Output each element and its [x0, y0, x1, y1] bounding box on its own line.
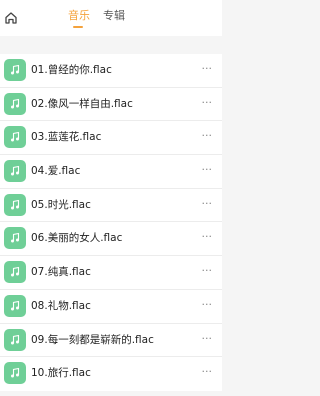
music-note-icon	[11, 64, 20, 75]
song-thumbnail	[4, 362, 26, 385]
song-title: 04.爱.flac	[31, 165, 81, 178]
more-options-button[interactable]: ···	[202, 96, 213, 109]
active-tab-indicator	[73, 26, 83, 28]
more-options-button[interactable]: ···	[202, 366, 213, 378]
song-title: 01.曾经的你.flac	[31, 64, 112, 76]
tab-album[interactable]: 专辑	[103, 9, 125, 23]
song-row[interactable]: 07.纯真.flac ···	[0, 256, 222, 290]
song-title: 02.像风一样自由.flac	[31, 97, 133, 110]
more-options-button[interactable]: ···	[202, 298, 213, 311]
tab-music[interactable]: 音乐	[68, 9, 90, 23]
song-thumbnail	[4, 328, 26, 351]
music-note-icon	[11, 233, 20, 243]
music-app: 音乐 专辑 01.曾经的你.flac ··· 02.像风一样自由.flac ··· 03…	[0, 0, 222, 396]
song-thumbnail	[4, 294, 26, 317]
song-title: 10.旅行.flac	[31, 367, 91, 380]
more-options-button[interactable]: ···	[202, 332, 213, 345]
more-options-button[interactable]: ···	[202, 130, 213, 142]
music-note-icon	[11, 132, 20, 142]
music-note-icon	[11, 300, 20, 311]
song-row[interactable]: 03.蓝莲花.flac ···	[0, 121, 222, 156]
more-options-button[interactable]: ···	[202, 63, 213, 75]
song-thumbnail	[4, 261, 26, 284]
song-row[interactable]: 05.时光.flac ···	[0, 189, 222, 223]
music-note-icon	[11, 98, 20, 109]
music-note-icon	[11, 165, 20, 176]
song-row[interactable]: 09.每一刻都是崭新的.flac ···	[0, 324, 222, 358]
song-title: 08.礼物.flac	[31, 299, 91, 312]
song-title: 05.时光.flac	[31, 198, 91, 211]
more-options-button[interactable]: ···	[202, 164, 213, 176]
song-thumbnail	[4, 193, 26, 216]
song-title: 07.纯真.flac	[31, 266, 91, 279]
song-row[interactable]: 08.礼物.flac ···	[0, 290, 222, 324]
more-options-button[interactable]: ···	[202, 197, 213, 210]
song-thumbnail	[4, 59, 26, 81]
song-thumbnail	[4, 126, 26, 149]
song-list: 01.曾经的你.flac ··· 02.像风一样自由.flac ··· 03.蓝莲花.f…	[0, 54, 222, 391]
music-note-icon	[11, 368, 20, 378]
song-thumbnail	[4, 92, 26, 115]
header-bar: 音乐 专辑	[0, 0, 222, 36]
song-title: 06.美丽的女人.flac	[31, 232, 123, 245]
song-thumbnail	[4, 160, 26, 183]
song-row[interactable]: 02.像风一样自由.flac ···	[0, 88, 222, 122]
more-options-button[interactable]: ···	[202, 265, 213, 277]
home-button[interactable]	[3, 10, 19, 26]
song-row[interactable]: 10.旅行.flac ···	[0, 357, 222, 391]
music-note-icon	[11, 266, 20, 277]
music-note-icon	[11, 199, 20, 210]
song-row[interactable]: 06.美丽的女人.flac ···	[0, 222, 222, 257]
music-note-icon	[11, 334, 20, 344]
song-row[interactable]: 01.曾经的你.flac ···	[0, 54, 222, 88]
more-options-button[interactable]: ···	[202, 231, 213, 243]
song-title: 09.每一刻都是崭新的.flac	[31, 333, 154, 346]
song-thumbnail	[4, 227, 26, 250]
home-icon	[5, 12, 17, 24]
song-row[interactable]: 04.爱.flac ···	[0, 155, 222, 189]
song-title: 03.蓝莲花.flac	[31, 131, 102, 144]
